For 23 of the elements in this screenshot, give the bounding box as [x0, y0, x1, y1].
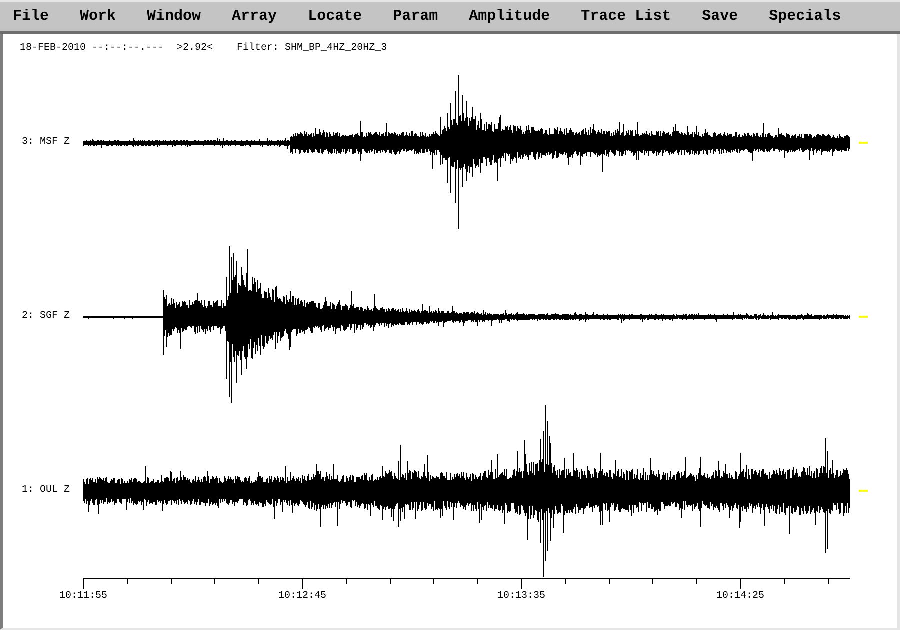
- menu-item[interactable]: Specials: [769, 8, 842, 26]
- trace-label: 2: SGF Z: [22, 311, 70, 323]
- date-time-readout: 18-FEB-2010 --:--:--.---: [20, 43, 164, 55]
- time-tick-label: 10:12:45: [278, 591, 326, 603]
- marker-icon: [859, 142, 868, 144]
- menu-item[interactable]: Array: [232, 8, 278, 26]
- menu-item[interactable]: Locate: [308, 8, 362, 26]
- menu-item[interactable]: Trace List: [581, 8, 672, 26]
- time-tick-label: 10:13:35: [498, 591, 546, 603]
- trace-label: 1: OUL Z: [22, 485, 70, 497]
- trace-label: 3: MSF Z: [22, 137, 70, 149]
- menu-item[interactable]: Save: [702, 8, 738, 26]
- time-tick-label: 10:11:55: [60, 591, 108, 603]
- time-tick-label: 10:14:25: [716, 591, 764, 603]
- amplitude-readout: >2.92<: [177, 43, 214, 55]
- menu-item[interactable]: Work: [80, 8, 116, 26]
- menu-item[interactable]: Param: [393, 8, 438, 26]
- menu-item[interactable]: File: [13, 8, 50, 26]
- filter-label: Filter: SHM_BP_4HZ_20HZ_3: [237, 43, 388, 55]
- menu-item[interactable]: Amplitude: [469, 8, 550, 26]
- menu-item[interactable]: Window: [147, 8, 202, 26]
- marker-icon: [859, 316, 868, 318]
- marker-icon: [859, 490, 868, 492]
